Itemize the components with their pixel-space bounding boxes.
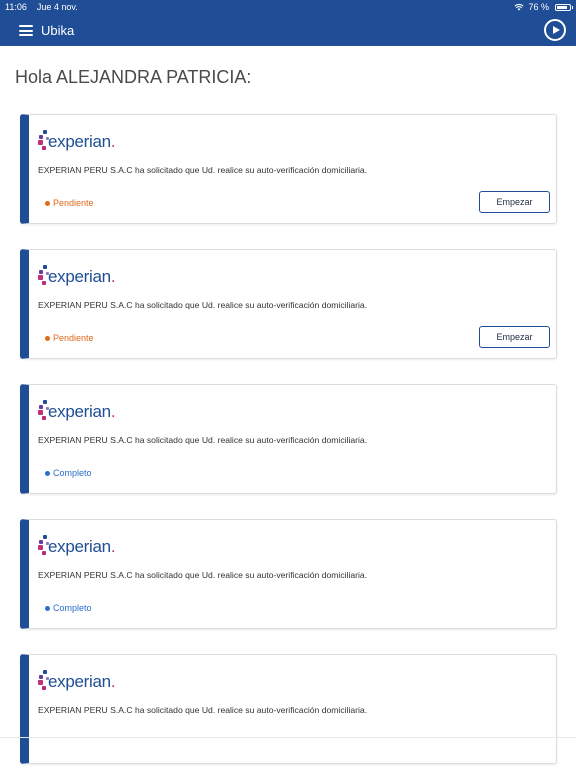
request-description: EXPERIAN PERU S.A.C ha solicitado que Ud… <box>38 300 368 310</box>
divider <box>0 737 576 738</box>
request-list: experian. EXPERIAN PERU S.A.C ha solicita… <box>20 114 557 768</box>
status-label: Pendiente <box>53 198 94 208</box>
nav-bar: Ubika <box>0 14 576 46</box>
status-time: 11:06 <box>5 2 27 12</box>
experian-logo: experian. <box>38 669 128 691</box>
experian-logo: experian. <box>38 129 128 151</box>
greeting-heading: Hola ALEJANDRA PATRICIA: <box>15 67 252 87</box>
status-dot-icon <box>45 200 50 206</box>
status-date: Jue 4 nov. <box>36 2 78 12</box>
status-badge: Completo <box>45 603 92 613</box>
app-title: Ubika <box>41 23 75 38</box>
request-card[interactable]: experian. EXPERIAN PERU S.A.C ha solicita… <box>20 249 557 359</box>
request-description: EXPERIAN PERU S.A.C ha solicitado que Ud… <box>38 435 368 445</box>
status-dot-icon <box>45 335 50 341</box>
play-circle-icon[interactable] <box>544 19 566 41</box>
battery-percent: 76 % <box>528 2 549 12</box>
request-card[interactable]: experian. EXPERIAN PERU S.A.C ha solicita… <box>20 384 557 494</box>
logo-wordmark: experian. <box>48 672 116 691</box>
status-label: Completo <box>53 468 92 478</box>
status-bar: 11:06 Jue 4 nov. 76 % <box>0 0 576 14</box>
status-label: Completo <box>53 603 92 613</box>
request-description: EXPERIAN PERU S.A.C ha solicitado que Ud… <box>38 165 368 175</box>
start-button[interactable]: Empezar <box>479 191 550 213</box>
request-description: EXPERIAN PERU S.A.C ha solicitado que Ud… <box>38 705 368 715</box>
experian-logo: experian. <box>38 534 128 556</box>
hamburger-menu-icon[interactable] <box>19 25 33 36</box>
status-badge: Pendiente <box>45 198 94 208</box>
status-label: Pendiente <box>53 333 94 343</box>
battery-icon <box>555 3 573 11</box>
status-dot-icon <box>45 605 50 611</box>
request-card[interactable]: experian. EXPERIAN PERU S.A.C ha solicita… <box>20 114 557 224</box>
status-right: 76 % <box>514 2 573 12</box>
logo-wordmark: experian. <box>48 537 116 556</box>
start-button[interactable]: Empezar <box>479 326 550 348</box>
logo-wordmark: experian. <box>48 402 116 421</box>
wifi-icon <box>514 3 525 11</box>
request-card[interactable]: experian. EXPERIAN PERU S.A.C ha solicita… <box>20 654 557 764</box>
request-card[interactable]: experian. EXPERIAN PERU S.A.C ha solicita… <box>20 519 557 629</box>
request-description: EXPERIAN PERU S.A.C ha solicitado que Ud… <box>38 570 368 580</box>
logo-wordmark: experian. <box>48 132 116 151</box>
status-dot-icon <box>45 470 50 476</box>
experian-logo: experian. <box>38 399 128 421</box>
status-badge: Pendiente <box>45 333 94 343</box>
logo-wordmark: experian. <box>48 267 116 286</box>
status-badge: Completo <box>45 468 92 478</box>
experian-logo: experian. <box>38 264 128 286</box>
